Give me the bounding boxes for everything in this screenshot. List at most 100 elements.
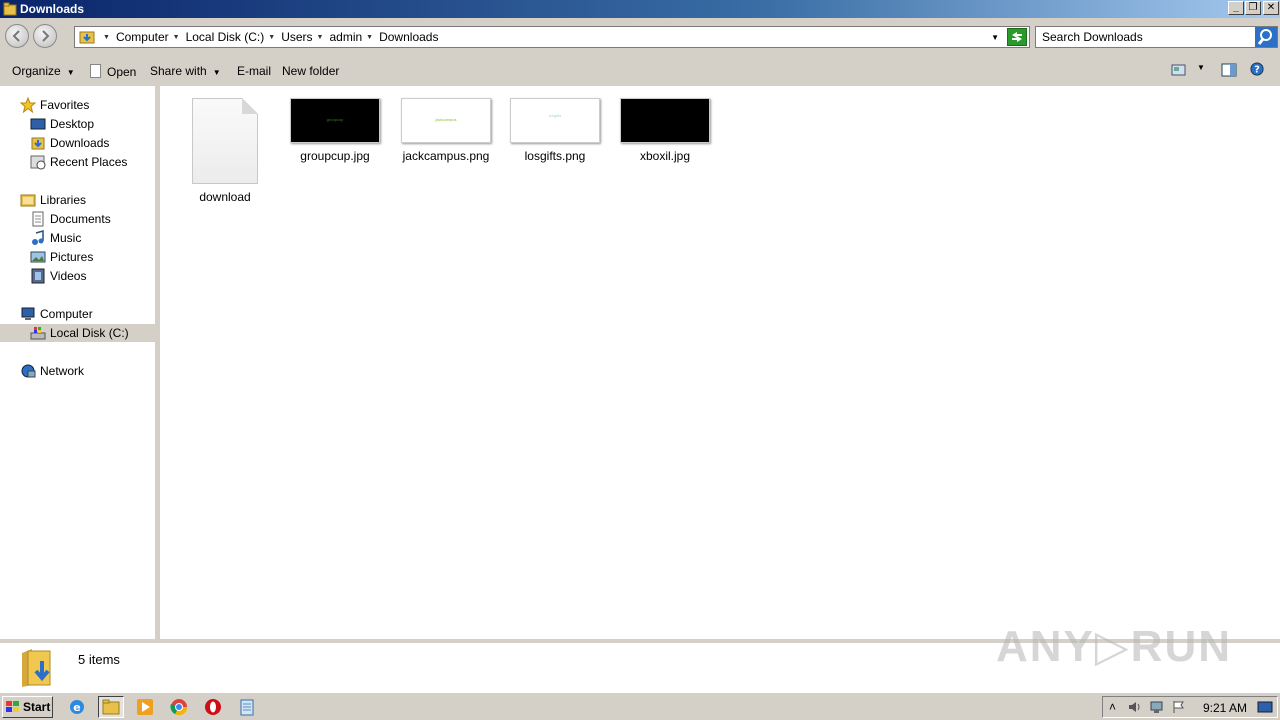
computer-icon: [21, 307, 35, 320]
nav-item-local-disk[interactable]: Local Disk (C:): [0, 324, 155, 342]
email-button[interactable]: E-mail: [237, 64, 271, 78]
address-bar[interactable]: ▼ Computer ▼ Local Disk (C:) ▼ Users ▼ a…: [74, 26, 1030, 48]
star-icon: [20, 97, 36, 113]
nav-favorites-label: Favorites: [40, 98, 90, 112]
share-with-button[interactable]: Share with ▼: [150, 64, 221, 78]
file-icon: [90, 64, 101, 78]
action-center-flag-icon[interactable]: [1171, 700, 1187, 714]
nav-item-videos[interactable]: Videos: [0, 267, 155, 285]
show-desktop-icon[interactable]: [1257, 700, 1273, 714]
file-item[interactable]: groupcup groupcup.jpg: [285, 98, 385, 163]
image-thumbnail: losgifts: [510, 98, 600, 143]
chevron-down-icon[interactable]: ▼: [268, 34, 275, 41]
nav-favorites[interactable]: Favorites: [0, 96, 155, 114]
chevron-down-icon[interactable]: ▼: [1197, 63, 1205, 72]
crumb-admin[interactable]: admin: [329, 30, 362, 44]
nav-item-documents[interactable]: Documents: [0, 210, 155, 228]
nav-item-pictures[interactable]: Pictures: [0, 248, 155, 266]
nav-item-downloads[interactable]: Downloads: [0, 134, 155, 152]
nav-computer[interactable]: Computer: [0, 305, 155, 323]
search-button[interactable]: [1255, 27, 1277, 47]
pictures-icon: [30, 251, 46, 263]
file-name: losgifts.png: [524, 149, 586, 163]
nav-item-music[interactable]: Music: [0, 229, 155, 247]
breadcrumb: ▼ Computer ▼ Local Disk (C:) ▼ Users ▼ a…: [99, 27, 438, 47]
show-hidden-icons-icon[interactable]: ˄: [1109, 700, 1116, 714]
volume-icon[interactable]: [1127, 700, 1143, 714]
crumb-users[interactable]: Users: [281, 30, 312, 44]
file-item[interactable]: download: [175, 98, 275, 204]
address-history-dropdown[interactable]: ▼: [991, 33, 999, 42]
open-button[interactable]: Open: [90, 64, 136, 79]
nav-item-label: Pictures: [50, 250, 94, 264]
taskbar-opera[interactable]: [200, 696, 226, 718]
restore-button[interactable]: ❐: [1245, 1, 1261, 15]
refresh-button[interactable]: [1007, 28, 1027, 46]
system-tray: ˄ 9:21 AM: [1102, 696, 1278, 718]
network-status-icon[interactable]: [1149, 700, 1165, 714]
search-placeholder: Search Downloads: [1042, 30, 1143, 44]
organize-button[interactable]: Organize ▼: [12, 64, 75, 78]
thumbnail-text: jackcampus: [435, 117, 457, 122]
clock[interactable]: 9:21 AM: [1203, 701, 1247, 715]
file-item[interactable]: jackcampus jackcampus.png: [396, 98, 496, 163]
libraries-icon: [20, 194, 36, 207]
minimize-button[interactable]: _: [1228, 1, 1244, 15]
chevron-down-icon: ▼: [212, 68, 221, 77]
image-thumbnail: [620, 98, 710, 143]
file-name: groupcup.jpg: [300, 149, 370, 163]
desktop-icon: [30, 118, 46, 130]
file-name: download: [199, 190, 251, 204]
crumb-computer[interactable]: Computer: [116, 30, 169, 44]
change-view-icon[interactable]: [1171, 63, 1187, 77]
file-name: xboxil.jpg: [639, 149, 691, 163]
open-label: Open: [107, 65, 137, 79]
forward-button[interactable]: [33, 24, 57, 48]
search-input[interactable]: Search Downloads: [1035, 26, 1278, 48]
nav-network[interactable]: Network: [0, 362, 155, 380]
chevron-down-icon[interactable]: ▼: [173, 34, 180, 41]
back-button[interactable]: [5, 24, 29, 48]
opera-icon: [205, 699, 221, 715]
nav-item-recent-places[interactable]: Recent Places: [0, 153, 155, 171]
file-item[interactable]: losgifts losgifts.png: [505, 98, 605, 163]
taskbar-internet-explorer[interactable]: e: [64, 696, 90, 718]
downloads-folder-icon: [22, 649, 51, 687]
thumbnail-text: groupcup: [326, 117, 344, 122]
taskbar-chrome[interactable]: [166, 696, 192, 718]
taskbar-media-player[interactable]: [132, 696, 158, 718]
image-thumbnail: jackcampus: [401, 98, 491, 143]
nav-item-label: Downloads: [50, 136, 110, 150]
nav-libraries[interactable]: Libraries: [0, 191, 155, 209]
search-icon: [1257, 29, 1272, 45]
nav-item-label: Videos: [50, 269, 87, 283]
documents-icon: [32, 211, 44, 227]
nav-network-label: Network: [40, 364, 85, 378]
chevron-down-icon[interactable]: ▼: [366, 34, 373, 41]
chevron-down-icon[interactable]: ▼: [103, 34, 110, 41]
windows-logo-icon: [6, 701, 19, 712]
folder-icon: [102, 699, 120, 715]
network-icon: [21, 364, 36, 378]
navigation-pane: Favorites Desktop Downloads Recent Place…: [0, 86, 158, 639]
help-icon[interactable]: ?: [1249, 62, 1265, 76]
window-titlebar: Downloads _ ❐ ✕: [0, 0, 1280, 18]
music-icon: [32, 230, 44, 245]
crumb-local-disk[interactable]: Local Disk (C:): [186, 30, 265, 44]
folder-icon: [3, 2, 17, 16]
new-folder-button[interactable]: New folder: [282, 64, 339, 78]
taskbar-notepad[interactable]: [234, 696, 260, 718]
preview-pane-icon[interactable]: [1221, 63, 1237, 77]
share-with-label: Share with: [150, 64, 207, 78]
nav-item-label: Local Disk (C:): [50, 326, 129, 340]
file-name: jackcampus.png: [402, 149, 490, 163]
file-item[interactable]: xboxil.jpg: [615, 98, 715, 163]
chevron-down-icon[interactable]: ▼: [317, 34, 324, 41]
document-icon: [192, 98, 258, 184]
notepad-icon: [240, 699, 254, 716]
start-button[interactable]: Start: [2, 696, 53, 718]
nav-item-desktop[interactable]: Desktop: [0, 115, 155, 133]
taskbar-explorer[interactable]: [98, 696, 124, 718]
close-button[interactable]: ✕: [1263, 1, 1279, 15]
crumb-downloads[interactable]: Downloads: [379, 30, 438, 44]
